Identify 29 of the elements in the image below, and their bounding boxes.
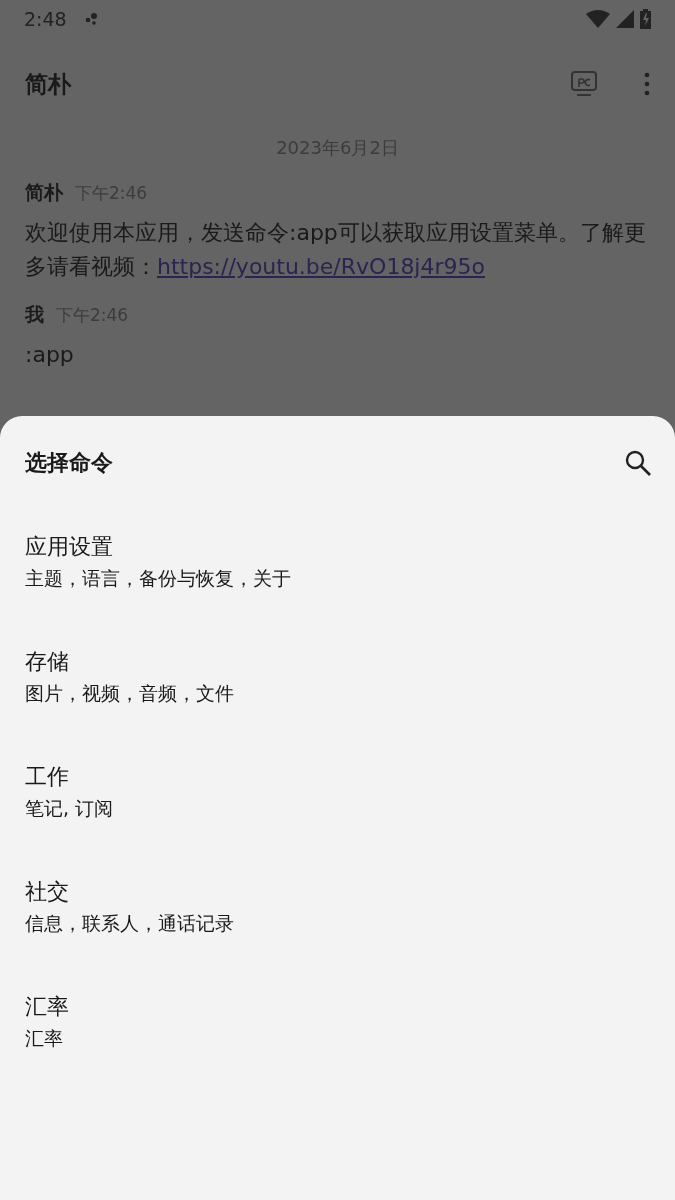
search-icon[interactable] bbox=[625, 450, 651, 476]
command-title: 社交 bbox=[25, 878, 70, 906]
command-description: 汇率 bbox=[25, 1026, 64, 1051]
command-description: 主题，语言，备份与恢复，关于 bbox=[25, 566, 292, 591]
command-title: 应用设置 bbox=[25, 533, 114, 561]
command-item[interactable]: 存储 图片，视频，音频，文件 bbox=[0, 639, 675, 717]
sender-name: 我 bbox=[25, 302, 44, 327]
command-item[interactable]: 汇率 汇率 bbox=[0, 984, 675, 1062]
command-description: 信息，联系人，通话记录 bbox=[25, 911, 235, 936]
message-text: :app bbox=[24, 341, 75, 369]
command-item[interactable]: 社交 信息，联系人，通话记录 bbox=[0, 869, 675, 947]
command-description: 图片，视频，音频，文件 bbox=[25, 681, 235, 706]
status-time: 2:48 bbox=[24, 8, 67, 30]
desktop-icon[interactable] bbox=[570, 70, 598, 98]
notification-icon bbox=[84, 13, 99, 25]
more-options-icon[interactable] bbox=[644, 72, 650, 96]
command-title: 存储 bbox=[25, 648, 70, 676]
sender-name: 简朴 bbox=[25, 180, 63, 205]
command-title: 工作 bbox=[25, 763, 70, 791]
command-item[interactable]: 应用设置 主题，语言，备份与恢复，关于 bbox=[0, 524, 675, 602]
wifi-icon bbox=[586, 10, 610, 28]
command-description: 笔记, 订阅 bbox=[25, 796, 115, 821]
signal-icon bbox=[616, 10, 634, 28]
command-title: 汇率 bbox=[25, 993, 70, 1021]
message-text: 欢迎使用本应用，发送命令:app可以获取应用设置菜单。了解更多请看视频：https://youtu.be/RvO18j4r95o bbox=[24, 219, 647, 281]
app-title: 简朴 bbox=[25, 69, 71, 99]
sheet-title: 选择命令 bbox=[25, 449, 113, 477]
command-item[interactable]: 工作 笔记, 订阅 bbox=[0, 754, 675, 832]
battery-icon bbox=[640, 9, 651, 29]
